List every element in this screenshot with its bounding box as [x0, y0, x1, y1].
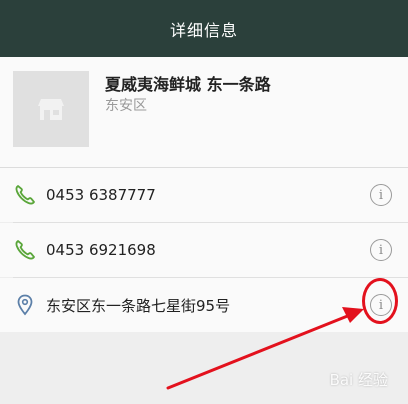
watermark: Bai 经验	[329, 371, 388, 389]
annotation-arrow	[166, 307, 364, 390]
